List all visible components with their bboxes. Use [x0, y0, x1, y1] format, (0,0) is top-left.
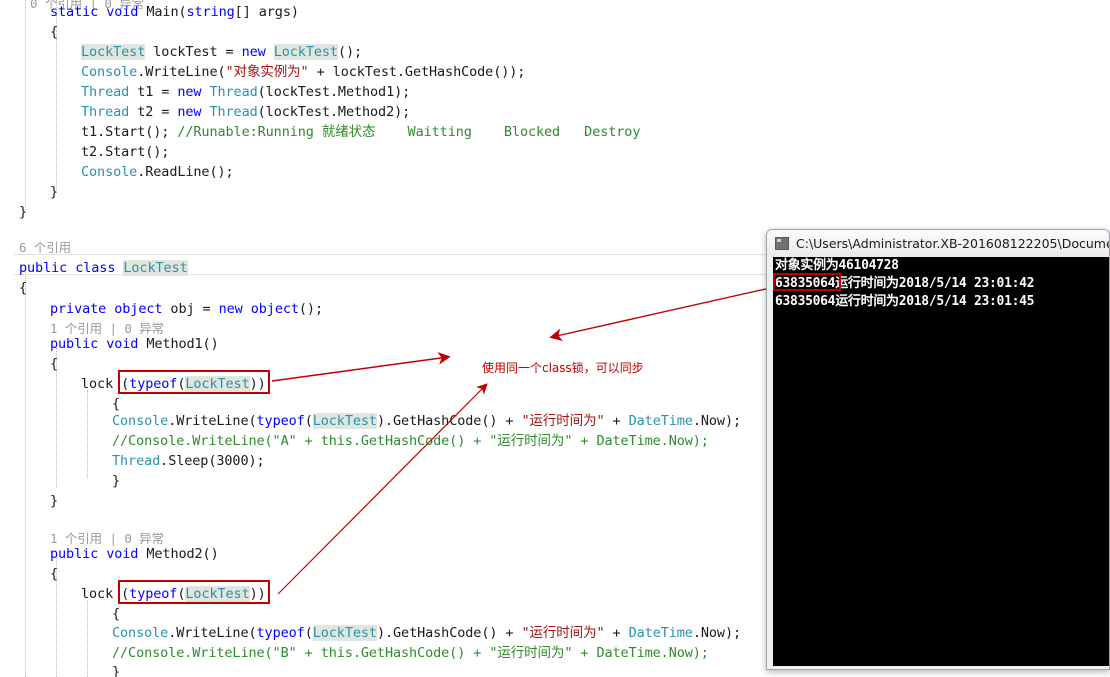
- code-line: Console.WriteLine("对象实例为" + lockTest.Get…: [81, 64, 526, 80]
- code-line: static void Main(string[] args): [50, 4, 299, 20]
- indent-guide: [25, 272, 26, 677]
- indent-guide: [25, 0, 26, 210]
- code-line: }: [112, 473, 121, 489]
- code-line: {: [19, 280, 28, 296]
- code-line: t2.Start();: [81, 144, 170, 160]
- lock-statement-highlight-method2: [118, 580, 270, 604]
- console-output[interactable]: 对象实例为46104728 63835064运行时间为2018/5/14 23:0…: [773, 257, 1109, 666]
- indent-guide: [87, 600, 88, 677]
- code-line: Console.WriteLine(typeof(LockTest).GetHa…: [112, 413, 742, 429]
- hashcode-highlight: [773, 273, 841, 291]
- code-line: Thread t2 = new Thread(lockTest.Method2)…: [81, 104, 411, 120]
- code-line: private object obj = new object();: [50, 301, 323, 317]
- code-line: }: [50, 184, 59, 200]
- code-line: Thread.Sleep(3000);: [112, 453, 265, 469]
- indent-guide: [87, 390, 88, 478]
- code-line: //Console.WriteLine("A" + this.GetHashCo…: [112, 433, 709, 449]
- console-line: 对象实例为46104728: [775, 258, 899, 273]
- code-line: }: [19, 204, 28, 220]
- annotation-note: 使用同一个class锁，可以同步: [482, 361, 644, 375]
- console-titlebar[interactable]: C:\Users\Administrator.XB-201608122205\D…: [767, 230, 1109, 257]
- console-title: C:\Users\Administrator.XB-201608122205\D…: [796, 236, 1109, 251]
- code-line: t1.Start(); //Runable:Running 就绪状态 Waitt…: [81, 124, 641, 140]
- code-line: public void Method2(): [50, 546, 219, 562]
- code-line: Console.WriteLine(typeof(LockTest).GetHa…: [112, 625, 742, 641]
- code-line: }: [50, 493, 59, 509]
- code-line: LockTest lockTest = new LockTest();: [81, 44, 363, 60]
- codelens-line[interactable]: 6 个引用: [19, 238, 71, 258]
- code-line: {: [50, 566, 59, 582]
- code-line: {: [50, 24, 59, 40]
- code-line: Thread t1 = new Thread(lockTest.Method1)…: [81, 84, 411, 100]
- console-window-icon: [775, 237, 789, 250]
- code-line: {: [50, 356, 59, 372]
- console-window[interactable]: C:\Users\Administrator.XB-201608122205\D…: [766, 229, 1110, 670]
- lock-statement-highlight-method1: [118, 370, 270, 394]
- code-line: //Console.WriteLine("B" + this.GetHashCo…: [112, 645, 709, 661]
- code-line: }: [112, 664, 121, 677]
- code-line: {: [112, 606, 121, 622]
- code-line: public class LockTest: [19, 260, 188, 276]
- code-line: Console.ReadLine();: [81, 164, 234, 180]
- code-line: public void Method1(): [50, 336, 219, 352]
- console-line: 63835064运行时间为2018/5/14 23:01:45: [775, 294, 1035, 309]
